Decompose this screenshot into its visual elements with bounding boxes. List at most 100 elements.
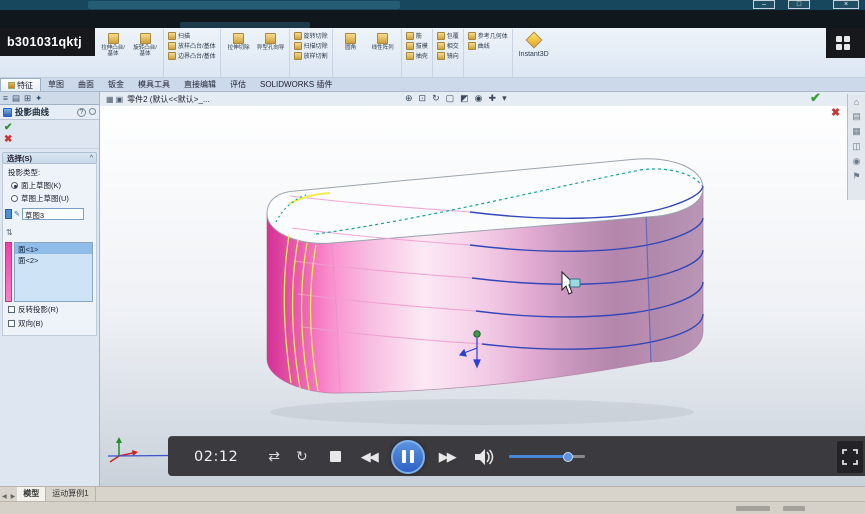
address-bar[interactable] bbox=[88, 1, 400, 9]
ribbon-button[interactable]: 镜向 bbox=[436, 51, 460, 60]
faces-selection-list[interactable]: 面<1>面<2> bbox=[14, 242, 93, 302]
selection-section-header[interactable]: 选择(S) ^ bbox=[2, 152, 97, 164]
document-icon: ▦ bbox=[106, 95, 114, 104]
task-pane-icon[interactable]: ◉ bbox=[853, 156, 861, 167]
ribbon-tab-label: 模具工具 bbox=[138, 79, 170, 90]
screen: – □ × 拉伸凸台/基体旋转凸台/基体 扫描放样凸台/基体边界凸台/基体 拉伸… bbox=[0, 0, 865, 514]
rewind-button[interactable]: ◀◀ bbox=[361, 449, 377, 465]
tab-scroll-arrow[interactable]: ◀ bbox=[0, 494, 9, 500]
ribbon-button[interactable]: 扫描 bbox=[167, 31, 217, 40]
task-pane-icon[interactable]: ◫ bbox=[852, 141, 861, 152]
pm-cancel-button[interactable]: ✖ bbox=[4, 134, 99, 146]
ribbon-tab-label: 曲面 bbox=[78, 79, 94, 90]
task-pane-icon[interactable]: ▤ bbox=[852, 111, 861, 122]
bottom-tab[interactable]: 运动算例1 bbox=[46, 487, 95, 501]
fullscreen-button[interactable] bbox=[837, 441, 863, 473]
ribbon-button[interactable]: 拔模 bbox=[405, 41, 429, 50]
view-tool-icon[interactable]: ✚ bbox=[489, 93, 497, 104]
pin-icon[interactable] bbox=[89, 108, 96, 115]
forward-button[interactable]: ▶▶ bbox=[439, 449, 455, 465]
stop-button[interactable] bbox=[330, 451, 341, 462]
document-icon: ▣ bbox=[116, 95, 124, 104]
checkbox-label: 反转投影(R) bbox=[18, 304, 58, 315]
confirm-ok-icon[interactable]: ✔ bbox=[810, 90, 821, 106]
tab-scroll-arrow[interactable]: ▶ bbox=[9, 494, 18, 500]
view-tool-icon[interactable]: ◉ bbox=[475, 93, 483, 104]
ribbon-tab[interactable]: 特征 bbox=[0, 78, 41, 91]
ribbon-group: 拉伸凸台/基体旋转凸台/基体 bbox=[95, 29, 164, 77]
checkbox-icon bbox=[8, 320, 15, 327]
bottom-tab[interactable]: 模型 bbox=[17, 487, 46, 501]
ribbon-button[interactable]: 拉伸切除 bbox=[224, 31, 254, 75]
ribbon-tab[interactable]: 直接编辑 bbox=[177, 78, 223, 91]
checkbox-option[interactable]: 反转投影(R) bbox=[3, 302, 96, 316]
ribbon-tab[interactable]: 曲面 bbox=[71, 78, 101, 91]
playlist-grid-icon[interactable] bbox=[836, 36, 852, 50]
graphics-viewport[interactable] bbox=[100, 106, 865, 486]
feature-icon bbox=[108, 33, 119, 44]
view-tool-icon[interactable]: ◩ bbox=[460, 93, 469, 104]
ribbon-button[interactable]: 圆角 bbox=[336, 31, 366, 75]
view-tool-icon[interactable]: ▢ bbox=[446, 93, 455, 104]
ribbon-tab[interactable]: 评估 bbox=[223, 78, 253, 91]
ribbon-tab[interactable]: 钣金 bbox=[101, 78, 131, 91]
view-tool-icon[interactable]: ↻ bbox=[432, 93, 440, 104]
volume-knob[interactable] bbox=[563, 452, 573, 462]
ribbon-button[interactable]: 旋转切除 bbox=[293, 31, 329, 40]
ribbon-button[interactable]: 线性阵列 bbox=[368, 31, 398, 75]
maximize-button[interactable]: □ bbox=[788, 0, 810, 9]
panel-tab-icon[interactable]: ✦ bbox=[35, 93, 42, 104]
confirm-cancel-icon[interactable]: ✖ bbox=[831, 106, 840, 119]
volume-slider[interactable] bbox=[509, 455, 585, 458]
checkbox-option[interactable]: 双向(B) bbox=[3, 316, 96, 330]
task-pane-icon[interactable]: ▦ bbox=[852, 126, 861, 137]
volume-icon[interactable] bbox=[475, 449, 497, 465]
face-list-item[interactable]: 面<2> bbox=[15, 254, 92, 265]
help-icon[interactable]: ? bbox=[77, 108, 86, 117]
pm-ok-button[interactable]: ✔ bbox=[4, 122, 99, 134]
task-pane-icon[interactable]: ⚑ bbox=[852, 171, 860, 182]
instant3d-button[interactable]: Instant3D bbox=[513, 29, 555, 77]
ribbon-tab[interactable]: 模具工具 bbox=[131, 78, 177, 91]
radio-option[interactable]: 草图上草图(U) bbox=[3, 192, 96, 205]
pause-button[interactable] bbox=[391, 440, 425, 474]
ribbon-button[interactable]: 边界凸台/基体 bbox=[167, 51, 217, 60]
panel-tab-icon[interactable]: ▤ bbox=[12, 93, 20, 104]
ribbon-button[interactable]: 放样切割 bbox=[293, 51, 329, 60]
bottom-tabs: 模型运动算例1 bbox=[17, 487, 95, 501]
ribbon-tab[interactable]: 草图 bbox=[41, 78, 71, 91]
task-pane-icon[interactable]: ⌂ bbox=[854, 97, 859, 107]
viewport-3d-model[interactable] bbox=[100, 106, 865, 486]
view-tool-icon[interactable]: ⊡ bbox=[419, 93, 427, 104]
ribbon-button[interactable]: 抽壳 bbox=[405, 51, 429, 60]
collapse-icon[interactable]: ^ bbox=[90, 155, 96, 162]
ribbon-button[interactable]: 包覆 bbox=[436, 31, 460, 40]
minimize-button[interactable]: – bbox=[753, 0, 775, 9]
shuffle-icon[interactable]: ⇄ bbox=[268, 448, 280, 465]
ribbon-button[interactable]: 筋 bbox=[405, 31, 429, 40]
sketch-selection-field[interactable]: 草图3 bbox=[22, 208, 84, 220]
origin-marker[interactable] bbox=[474, 331, 480, 337]
feature-icon bbox=[468, 32, 476, 40]
view-tool-icon[interactable]: ▾ bbox=[502, 93, 507, 104]
radio-option[interactable]: 面上草图(K) bbox=[3, 179, 96, 192]
view-tool-icon[interactable]: ⊕ bbox=[405, 93, 413, 104]
ribbon-button[interactable]: 放样凸台/基体 bbox=[167, 41, 217, 50]
ribbon-group: 参考几何体曲线 bbox=[464, 29, 513, 77]
ribbon-button[interactable]: 异型孔向导 bbox=[256, 31, 286, 75]
close-button[interactable]: × bbox=[833, 0, 859, 9]
ribbon-tab-label: 直接编辑 bbox=[184, 79, 216, 90]
panel-tab-icon[interactable]: ≡ bbox=[3, 93, 8, 103]
ribbon-button[interactable]: 相交 bbox=[436, 41, 460, 50]
model-shadow bbox=[270, 399, 694, 425]
ribbon-tab[interactable]: SOLIDWORKS 插件 bbox=[253, 78, 339, 91]
feature-icon bbox=[168, 32, 176, 40]
ribbon-button[interactable]: 拉伸凸台/基体 bbox=[98, 31, 128, 75]
face-list-item[interactable]: 面<1> bbox=[15, 243, 92, 254]
panel-tab-icon[interactable]: ⊞ bbox=[24, 93, 31, 104]
ribbon-button[interactable]: 参考几何体 bbox=[467, 31, 509, 40]
repeat-icon[interactable]: ↻ bbox=[296, 448, 308, 465]
ribbon-button[interactable]: 旋转凸台/基体 bbox=[130, 31, 160, 75]
ribbon-button[interactable]: 扫描切除 bbox=[293, 41, 329, 50]
ribbon-button[interactable]: 曲线 bbox=[467, 41, 509, 50]
